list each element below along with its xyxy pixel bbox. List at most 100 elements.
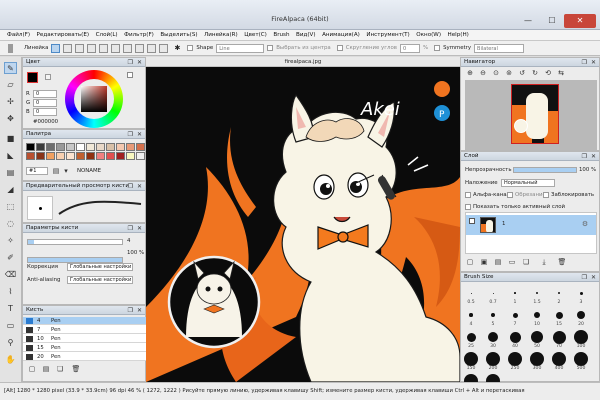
menu-file[interactable]: Файл(F) — [7, 32, 30, 38]
palette-swatch[interactable] — [106, 152, 115, 160]
new-layer-icon[interactable]: ▢ — [465, 258, 475, 266]
ruler-flip-icon[interactable] — [147, 43, 157, 53]
brush-size-dot[interactable] — [466, 332, 476, 342]
select-tool-icon[interactable]: ⬚ — [4, 201, 17, 213]
menu-color[interactable]: Цвет(C) — [244, 32, 267, 38]
rotate-right-icon[interactable]: ↻ — [530, 69, 540, 77]
bezier-tool-icon[interactable]: ⌇ — [4, 286, 17, 298]
brush-size-dot[interactable] — [508, 352, 522, 366]
palette-swatch[interactable] — [136, 152, 145, 160]
minimize-button[interactable]: — — [516, 14, 540, 28]
menu-window[interactable]: Окно(W) — [416, 32, 441, 38]
menu-view[interactable]: Вид(V) — [296, 32, 316, 38]
new-folder-icon[interactable]: ▭ — [507, 258, 517, 266]
canvas-artwork[interactable]: Akei P — [146, 67, 460, 382]
frame-tool-icon[interactable]: ▭ — [4, 320, 17, 332]
layer-opacity-slider[interactable] — [513, 167, 577, 173]
palette-swatch[interactable] — [136, 143, 145, 151]
palette-swatch[interactable] — [126, 152, 135, 160]
brush-size-dot[interactable] — [579, 291, 583, 295]
clip-checkbox[interactable] — [507, 192, 513, 198]
ruler-radial-icon[interactable] — [87, 43, 97, 53]
palette-swatch[interactable] — [46, 152, 55, 160]
g-input[interactable]: 0 — [33, 99, 57, 107]
menu-animation[interactable]: Анимация(A) — [322, 32, 360, 38]
brush-item[interactable]: 15 Pen — [23, 344, 159, 352]
palette-menu-icon[interactable]: ▾ — [61, 167, 71, 175]
layer-settings-icon[interactable]: ⚙ — [580, 220, 590, 228]
float-icon[interactable]: ❐ — [128, 306, 133, 315]
zoom-in-icon[interactable]: ⊕ — [465, 69, 475, 77]
menu-ruler[interactable]: Линейка(R) — [204, 32, 238, 38]
zoom-fit-icon[interactable]: ⊙ — [491, 69, 501, 77]
close-icon[interactable]: ✕ — [591, 273, 596, 282]
menu-help[interactable]: Help(H) — [448, 32, 469, 38]
eraser-tool-icon[interactable]: ▱ — [4, 79, 17, 91]
brush-item[interactable]: 7 Pen — [23, 326, 159, 334]
close-icon[interactable]: ✕ — [137, 58, 142, 67]
r-input[interactable]: 0 — [33, 90, 57, 98]
correction-select[interactable]: Глобальные настройки — [67, 263, 133, 271]
float-icon[interactable]: ❐ — [582, 273, 587, 282]
palette-swatch[interactable] — [96, 152, 105, 160]
merge-down-icon[interactable]: ⤓ — [539, 258, 549, 266]
close-icon[interactable]: ✕ — [137, 224, 142, 233]
saturation-value-box[interactable] — [81, 86, 107, 112]
new-1bit-layer-icon[interactable]: ▤ — [493, 258, 503, 266]
palette-swatch[interactable] — [116, 152, 125, 160]
float-icon[interactable]: ❐ — [128, 224, 133, 233]
brush-size-dot[interactable] — [491, 313, 495, 317]
delete-layer-icon[interactable]: 🗑 — [557, 258, 567, 266]
center-checkbox[interactable] — [267, 45, 274, 51]
antialias-select[interactable]: Глобальные настройки — [67, 276, 133, 284]
brush-size-dot[interactable] — [514, 292, 516, 294]
float-icon[interactable]: ❐ — [582, 58, 587, 67]
brush-size-dot[interactable] — [486, 352, 500, 366]
brush-size-dot[interactable] — [512, 312, 518, 318]
brush-size-dot[interactable] — [530, 352, 544, 366]
menu-tool[interactable]: Инструмент(T) — [366, 32, 409, 38]
float-icon[interactable]: ❐ — [128, 130, 133, 139]
menu-edit[interactable]: Редактировать(E) — [37, 32, 90, 38]
close-icon[interactable]: ✕ — [591, 58, 596, 67]
palette-swatch[interactable] — [86, 152, 95, 160]
eyedropper-tool-icon[interactable]: ⚲ — [4, 337, 17, 349]
text-tool-icon[interactable]: T — [4, 303, 17, 315]
select-pen-tool-icon[interactable]: ✐ — [4, 252, 17, 264]
fill-rect-tool-icon[interactable]: ■ — [4, 133, 17, 145]
brush-size-dot[interactable] — [552, 352, 566, 366]
layer-row[interactable]: 1 ⚙ — [466, 215, 596, 235]
ruler-concentric-icon[interactable] — [99, 43, 109, 53]
flip-horizontal-icon[interactable]: ⇆ — [556, 69, 566, 77]
duplicate-layer-icon[interactable]: ❏ — [521, 258, 531, 266]
menu-select[interactable]: Выделить(S) — [160, 32, 197, 38]
zoom-actual-icon[interactable]: ⊚ — [504, 69, 514, 77]
palette-swatch[interactable] — [26, 143, 35, 151]
palette-swatch[interactable] — [46, 143, 55, 151]
magic-wand-tool-icon[interactable]: ✧ — [4, 235, 17, 247]
move-tool-icon[interactable]: ✥ — [4, 113, 17, 125]
dot-tool-icon[interactable]: ✢ — [4, 96, 17, 108]
close-icon[interactable]: ✕ — [137, 182, 142, 191]
brush-size-dot[interactable] — [555, 311, 563, 319]
brush-size-dot[interactable] — [488, 332, 498, 342]
new-8bit-layer-icon[interactable]: ▣ — [479, 258, 489, 266]
brush-item[interactable]: 20 Pen — [23, 353, 159, 361]
palette-swatch[interactable] — [96, 143, 105, 151]
palette-swatch[interactable] — [36, 152, 45, 160]
ruler-crosshair-icon[interactable] — [75, 43, 85, 53]
duplicate-brush-icon[interactable]: ❏ — [55, 365, 65, 373]
brush-size-dot[interactable] — [552, 330, 566, 344]
brush-size-dot[interactable] — [509, 331, 521, 343]
palette-selector[interactable]: #1 — [26, 167, 48, 175]
symmetry-checkbox[interactable] — [434, 45, 441, 51]
bucket-tool-icon[interactable]: ◣ — [4, 150, 17, 162]
brush-size-dot[interactable] — [557, 291, 561, 295]
delete-brush-icon[interactable]: 🗑 — [71, 365, 81, 373]
navigator-view[interactable] — [465, 80, 597, 150]
palette-swatch[interactable] — [86, 143, 95, 151]
primary-color-swatch[interactable] — [27, 72, 38, 83]
hand-tool-icon[interactable]: ✋ — [4, 354, 17, 366]
gradient-tool-icon[interactable]: ▤ — [4, 167, 17, 179]
float-icon[interactable]: ❐ — [128, 58, 133, 67]
